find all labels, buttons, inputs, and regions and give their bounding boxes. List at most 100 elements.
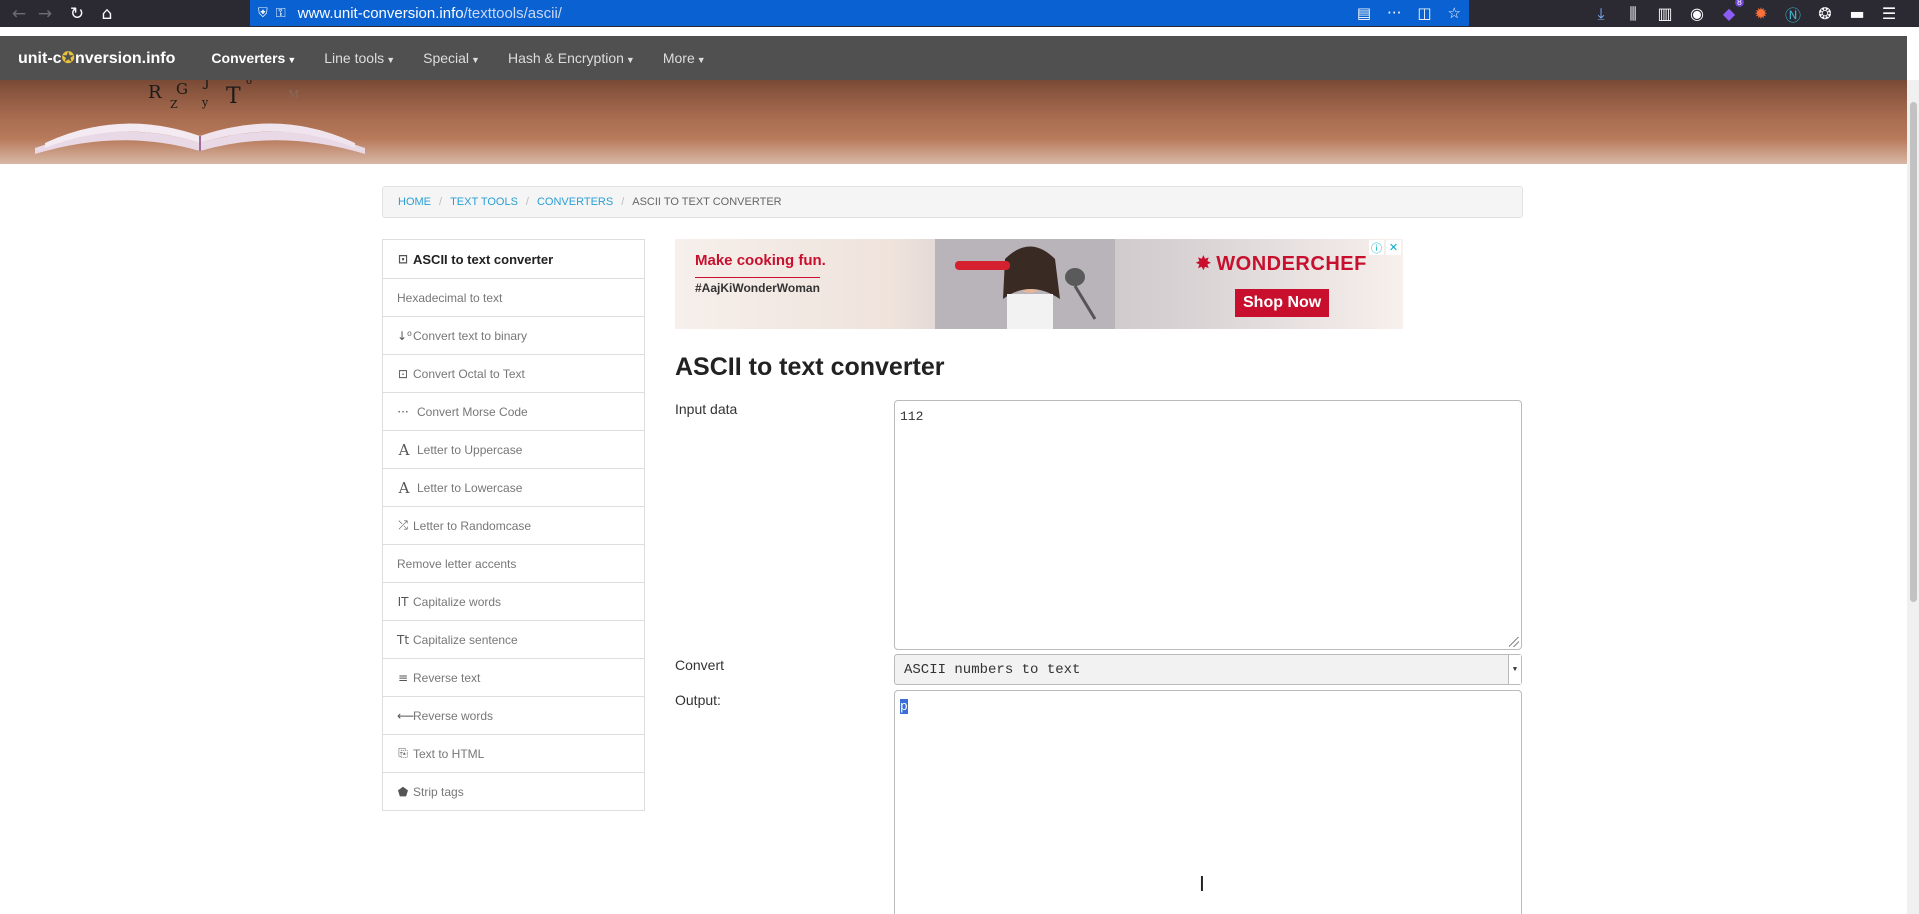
library-icon[interactable]: ⫼ <box>1624 4 1642 24</box>
letter-a-icon: A <box>398 440 410 459</box>
shuffle-icon: ⤮ <box>398 518 408 532</box>
pocket-icon[interactable]: ◫ <box>1417 4 1431 22</box>
breadcrumb-separator: / <box>621 196 625 208</box>
nav-line-tools[interactable]: Line tools ▼ <box>324 50 395 66</box>
page-title: ASCII to text converter <box>675 353 945 381</box>
sidebar-item-strip-tags[interactable]: ⬟ Strip tags <box>382 772 645 811</box>
sidebar-item-hex-to-text[interactable]: Hexadecimal to text <box>382 278 645 317</box>
sidebar-item-remove-accents[interactable]: Remove letter accents <box>382 544 645 583</box>
extension-icon[interactable]: ◆ 8 <box>1720 0 1744 23</box>
input-label: Input data <box>675 401 738 417</box>
sidebar-item-octal-to-text[interactable]: ⊡ Convert Octal to Text <box>382 354 645 393</box>
reload-icon[interactable]: ↻ <box>64 3 90 25</box>
shield-icon[interactable]: ⛨ <box>258 6 268 21</box>
sidebar-menu: ⊡ ASCII to text converter Hexadecimal to … <box>382 239 645 811</box>
sidebar-item-label: Convert text to binary <box>413 328 528 343</box>
downloads-icon[interactable]: ⤓ <box>1592 4 1610 24</box>
site-favicon-icon: ⚿ <box>275 5 286 21</box>
text-size-icon: Tt <box>397 632 410 647</box>
browser-toolbar: ← → ↻ ⌂ ⛨ ⚿ www.unit-conversion.info/tex… <box>0 0 1919 27</box>
sidebar-item-label: Letter to Uppercase <box>417 442 523 457</box>
sidebar-item-lowercase[interactable]: A Letter to Lowercase <box>382 468 645 507</box>
breadcrumb-current: ASCII TO TEXT CONVERTER <box>632 196 782 208</box>
nav-more[interactable]: More ▼ <box>663 50 706 66</box>
tags-icon: ⬟ <box>397 784 409 799</box>
url-bar[interactable]: ⛨ ⚿ www.unit-conversion.info/texttools/a… <box>250 0 1469 26</box>
bookmark-star-icon[interactable]: ☆ <box>1448 4 1461 22</box>
cookie-icon[interactable]: ❂ <box>1816 4 1834 23</box>
fox-extension-icon[interactable]: ✹ <box>1752 4 1770 23</box>
sidebar-item-label: Remove letter accents <box>397 556 517 571</box>
site-logo[interactable]: unit-c✪nversion.info <box>18 48 175 68</box>
text-cursor-icon: IT <box>397 594 409 609</box>
letter-a-icon: A <box>398 478 410 497</box>
nav-special[interactable]: Special ▼ <box>423 50 480 66</box>
output-value: p <box>900 699 908 714</box>
resize-handle[interactable] <box>1509 637 1519 647</box>
convert-selected-value: ASCII numbers to text <box>904 661 1081 678</box>
gear-logo-icon: ✪ <box>61 50 75 67</box>
sidebar-item-capitalize-sentence[interactable]: Tt Capitalize sentence <box>382 620 645 659</box>
breadcrumb: HOME / TEXT TOOLS / CONVERTERS / ASCII T… <box>382 186 1523 218</box>
sidebar-item-uppercase[interactable]: A Letter to Uppercase <box>382 430 645 469</box>
forward-icon[interactable]: → <box>32 3 58 25</box>
sidebar-item-label: Capitalize words <box>413 594 502 609</box>
sidebar-item-label: Convert Morse Code <box>417 404 528 419</box>
sidebar-item-ascii-to-text[interactable]: ⊡ ASCII to text converter <box>382 239 645 279</box>
sort-numeric-icon: ↓⁰ <box>397 328 412 343</box>
breadcrumb-converters[interactable]: CONVERTERS <box>537 196 613 208</box>
sidebar-item-text-to-binary[interactable]: ↓⁰ Convert text to binary <box>382 316 645 355</box>
menu-icon[interactable]: ☰ <box>1880 4 1898 23</box>
text-cursor-icon: I <box>1199 872 1205 896</box>
output-label: Output: <box>675 692 721 708</box>
breadcrumb-text-tools[interactable]: TEXT TOOLS <box>450 196 518 208</box>
sidebar-item-text-to-html[interactable]: ⎘ Text to HTML <box>382 734 645 773</box>
back-icon[interactable]: ← <box>6 3 32 25</box>
convert-select[interactable]: ASCII numbers to text ▼ <box>894 654 1522 685</box>
input-value: 112 <box>900 409 924 424</box>
home-icon[interactable]: ⌂ <box>94 3 120 25</box>
ad-headline: Make cooking fun. <box>695 252 826 269</box>
sidebar-item-capitalize-words[interactable]: IT Capitalize words <box>382 582 645 621</box>
morse-dots-icon: ··· <box>397 404 409 419</box>
minimize-extension-icon[interactable]: ▬ <box>1848 4 1866 23</box>
output-textarea[interactable]: p <box>894 690 1522 914</box>
sidebar-item-label: ASCII to text converter <box>413 251 554 267</box>
sidebar-item-reverse-words[interactable]: ⟵ Reverse words <box>382 696 645 735</box>
page-scrollbar[interactable] <box>1907 80 1919 914</box>
octal-icon: ⊡ <box>397 366 409 381</box>
n-extension-icon[interactable]: Ⓝ <box>1784 2 1802 26</box>
sidebar-item-reverse-text[interactable]: ≡ Reverse text <box>382 658 645 697</box>
nav-converters[interactable]: Converters ▼ <box>211 50 296 66</box>
sidebar-item-label: Reverse text <box>413 670 481 685</box>
ad-shop-now-button[interactable]: Shop Now <box>1235 289 1330 317</box>
sidebar-item-randomcase[interactable]: ⤮ Letter to Randomcase <box>382 506 645 545</box>
advertisement-banner[interactable]: Make cooking fun. #AajKiWonderWoman ✸ WON… <box>675 239 1403 329</box>
adchoices-icon[interactable]: ⓘ <box>1369 240 1384 255</box>
sidebar-item-morse-code[interactable]: ··· Convert Morse Code <box>382 392 645 431</box>
site-navbar: unit-c✪nversion.info Converters ▼ Line to… <box>0 36 1907 80</box>
sidebar-item-label: Letter to Lowercase <box>417 480 523 495</box>
input-textarea[interactable]: 112 <box>894 400 1522 650</box>
more-actions-icon[interactable]: ··· <box>1387 4 1401 22</box>
extension-badge: 8 <box>1734 0 1744 7</box>
breadcrumb-separator: / <box>439 196 443 208</box>
sidebar-icon[interactable]: ▥ <box>1656 4 1674 23</box>
open-book-illustration <box>35 123 365 154</box>
nav-hash-encryption[interactable]: Hash & Encryption ▼ <box>508 50 635 66</box>
reader-view-icon[interactable]: ▤ <box>1357 4 1371 22</box>
breadcrumb-home[interactable]: HOME <box>398 196 431 208</box>
sidebar-item-label: Letter to Randomcase <box>413 518 532 533</box>
ad-close-icon[interactable]: ✕ <box>1386 240 1401 255</box>
sidebar-item-label: Capitalize sentence <box>413 632 518 647</box>
ad-model-image <box>935 239 1115 329</box>
copy-icon: ⎘ <box>398 746 408 760</box>
arrow-left-icon: ⟵ <box>397 708 415 723</box>
url-text[interactable]: www.unit-conversion.info/texttools/ascii… <box>298 5 562 22</box>
chevron-down-icon[interactable]: ▼ <box>1508 655 1521 684</box>
sidebar-item-label: Hexadecimal to text <box>397 290 503 305</box>
scrollbar-thumb[interactable] <box>1910 102 1917 602</box>
ad-hashtag: #AajKiWonderWoman <box>695 277 820 295</box>
account-icon[interactable]: ◉ <box>1688 4 1706 23</box>
convert-label: Convert <box>675 657 725 673</box>
